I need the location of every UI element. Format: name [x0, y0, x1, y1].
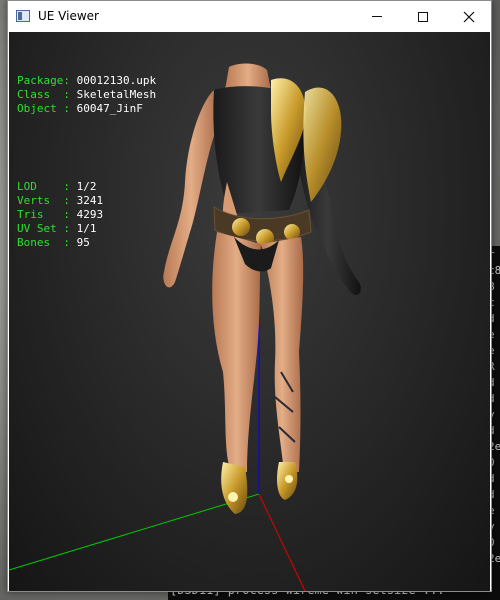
info-value: 3241	[76, 194, 104, 207]
ue-viewer-window[interactable]: UE Viewer Package: 00012130.upk Class: …	[7, 0, 492, 592]
info-label: Class :	[17, 88, 77, 101]
y-axis-line	[9, 493, 260, 571]
info-value: 4293	[76, 208, 104, 221]
info-label: Bones :	[17, 236, 77, 249]
info-value: 95	[76, 236, 90, 249]
character-model	[163, 63, 361, 514]
info-row: Object : 60047_JinF	[17, 102, 156, 116]
maximize-icon	[418, 11, 428, 22]
app-icon[interactable]	[16, 10, 30, 22]
info-row: Package: 00012130.upk	[17, 74, 156, 88]
close-icon	[463, 11, 475, 22]
info-label: UV Set :	[17, 222, 77, 235]
info-row: Class : SkeletalMesh	[17, 88, 156, 102]
info-row: LOD : 1/2	[17, 180, 156, 194]
info-label: Object :	[17, 102, 77, 115]
info-label: Package:	[17, 74, 77, 87]
info-group-package: Package: 00012130.upk Class : SkeletalMes…	[17, 74, 156, 116]
3d-viewport[interactable]: Package: 00012130.upk Class : SkeletalMes…	[9, 32, 490, 591]
info-label: Tris :	[17, 208, 77, 221]
info-label: Verts :	[17, 194, 77, 207]
info-row: Verts : 3241	[17, 194, 156, 208]
maximize-button[interactable]	[400, 1, 446, 32]
info-row: Tris : 4293	[17, 208, 156, 222]
minimize-button[interactable]	[354, 1, 400, 32]
info-value: 1/1	[76, 222, 97, 235]
window-title: UE Viewer	[38, 9, 99, 23]
info-value: SkeletalMesh	[76, 88, 157, 101]
info-row: Bones : 95	[17, 236, 156, 250]
minimize-icon	[372, 16, 382, 17]
info-value: 1/2	[76, 180, 97, 193]
info-value: 60047_JinF	[76, 102, 143, 115]
info-row: UV Set : 1/1	[17, 222, 156, 236]
info-group-stats: LOD : 1/2 Verts : 3241 Tris : 4293 UV Set :…	[17, 180, 156, 250]
x-axis-line	[258, 493, 306, 591]
info-label: LOD :	[17, 180, 77, 193]
title-bar[interactable]: UE Viewer	[8, 1, 491, 32]
mesh-info-panel: Package: 00012130.upk Class : SkeletalMes…	[17, 46, 156, 278]
info-value: 00012130.upk	[76, 74, 157, 87]
close-button[interactable]	[446, 1, 492, 32]
